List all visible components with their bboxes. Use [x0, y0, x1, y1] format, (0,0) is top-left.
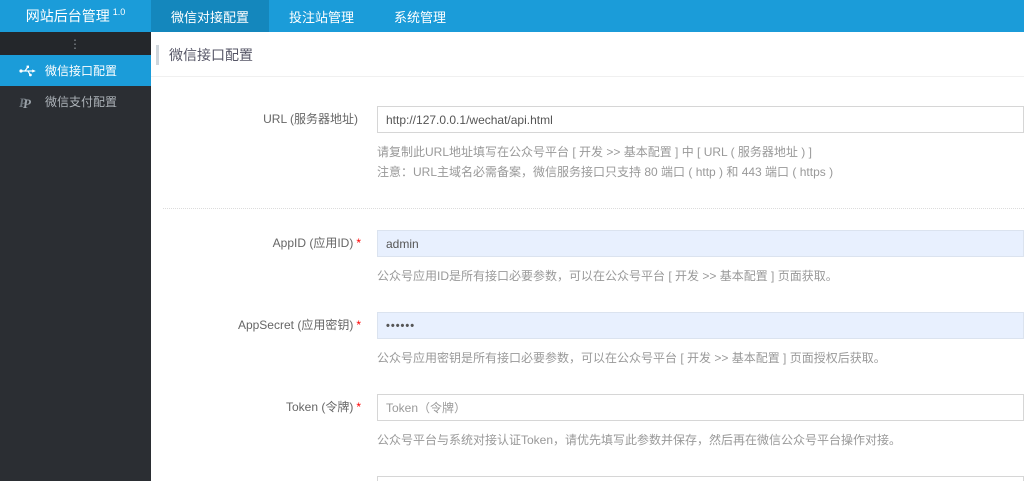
url-input[interactable] — [377, 106, 1024, 133]
top-nav: 微信对接配置 投注站管理 系统管理 — [151, 0, 466, 32]
field-aeskey: Encoding AESKey 公众号平台接口设置为加密模式，消息加密密钥必需填… — [151, 476, 1024, 481]
appsecret-label: AppSecret (应用密钥) * — [237, 318, 361, 332]
url-help: 请复制此URL地址填写在公众号平台 [ 开发 >> 基本配置 ] 中 [ URL… — [377, 142, 1024, 182]
required-asterisk: * — [356, 400, 361, 414]
app-logo: 网站后台管理 1.0 — [0, 0, 151, 32]
sidebar-item-wechat-interface[interactable]: 微信接口配置 — [0, 55, 151, 86]
sidebar-item-label: 微信支付配置 — [45, 95, 118, 109]
app-title: 网站后台管理 — [25, 8, 110, 24]
nav-tab-system[interactable]: 系统管理 — [374, 0, 466, 32]
help-text: 注意：URL主域名必需备案，微信服务接口只支持 80 端口 ( http ) 和… — [377, 165, 834, 179]
url-label: URL (服务器地址) — [263, 112, 358, 126]
token-help: 公众号平台与系统对接认证Token，请优先填写此参数并保存，然后再在微信公众号平… — [377, 430, 1024, 450]
ellipsis-icon: ⋮ — [69, 36, 82, 51]
field-url: URL (服务器地址) 请复制此URL地址填写在公众号平台 [ 开发 >> 基本… — [151, 106, 1024, 182]
help-text: 公众号平台与系统对接认证Token，请优先填写此参数并保存，然后再在微信公众号平… — [377, 433, 902, 447]
topbar: 网站后台管理 1.0 微信对接配置 投注站管理 系统管理 — [0, 0, 1024, 32]
required-asterisk: * — [356, 318, 361, 332]
field-appsecret: AppSecret (应用密钥)* 公众号应用密钥是所有接口必要参数，可以在公众… — [151, 312, 1024, 368]
page-title: 微信接口配置 — [156, 45, 1024, 65]
app-version: 1.0 — [112, 7, 126, 17]
appsecret-help: 公众号应用密钥是所有接口必要参数，可以在公众号平台 [ 开发 >> 基本配置 ]… — [377, 348, 1024, 368]
page-header: 微信接口配置 — [151, 32, 1024, 77]
nav-tab-label: 系统管理 — [394, 9, 447, 25]
appsecret-input[interactable] — [377, 312, 1024, 339]
field-appid: AppID (应用ID)* 公众号应用ID是所有接口必要参数，可以在公众号平台 … — [151, 230, 1024, 286]
sidebar-item-label: 微信接口配置 — [45, 64, 118, 78]
main-content: 微信接口配置 URL (服务器地址) 请复制此URL地址填写在公众号平台 [ 开… — [151, 32, 1024, 481]
field-token: Token (令牌)* 公众号平台与系统对接认证Token，请优先填写此参数并保… — [151, 394, 1024, 450]
sidebar: ⋮ 微信接口配置 P P 微信支付配置 — [0, 32, 151, 481]
appid-input[interactable] — [377, 230, 1024, 257]
nav-tab-betting-station[interactable]: 投注站管理 — [269, 0, 374, 32]
help-text: 公众号应用ID是所有接口必要参数，可以在公众号平台 [ 开发 >> 基本配置 ]… — [377, 269, 838, 283]
help-text: 请复制此URL地址填写在公众号平台 [ 开发 >> 基本配置 ] 中 [ URL… — [377, 145, 812, 159]
nav-tab-label: 微信对接配置 — [171, 9, 250, 25]
appid-help: 公众号应用ID是所有接口必要参数，可以在公众号平台 [ 开发 >> 基本配置 ]… — [377, 266, 1024, 286]
nav-tab-label: 投注站管理 — [289, 9, 355, 25]
token-input[interactable] — [377, 394, 1024, 421]
aeskey-input[interactable] — [377, 476, 1024, 481]
nav-tab-wechat-config[interactable]: 微信对接配置 — [151, 0, 270, 32]
usb-icon — [19, 64, 36, 78]
sidebar-toggle-button[interactable]: ⋮ — [0, 32, 151, 55]
help-text: 公众号应用密钥是所有接口必要参数，可以在公众号平台 [ 开发 >> 基本配置 ]… — [377, 351, 886, 365]
appid-label: AppID (应用ID) * — [272, 236, 361, 250]
dotted-separator — [163, 208, 1024, 209]
required-asterisk: * — [356, 236, 361, 250]
sidebar-item-wechat-pay[interactable]: P P 微信支付配置 — [0, 86, 151, 117]
svg-text:P: P — [23, 96, 32, 109]
paypal-icon: P P — [19, 95, 36, 109]
wechat-config-form: URL (服务器地址) 请复制此URL地址填写在公众号平台 [ 开发 >> 基本… — [151, 77, 1024, 481]
aeskey-label: Encoding AESKey — [151, 476, 361, 481]
token-label: Token (令牌) * — [285, 400, 361, 414]
